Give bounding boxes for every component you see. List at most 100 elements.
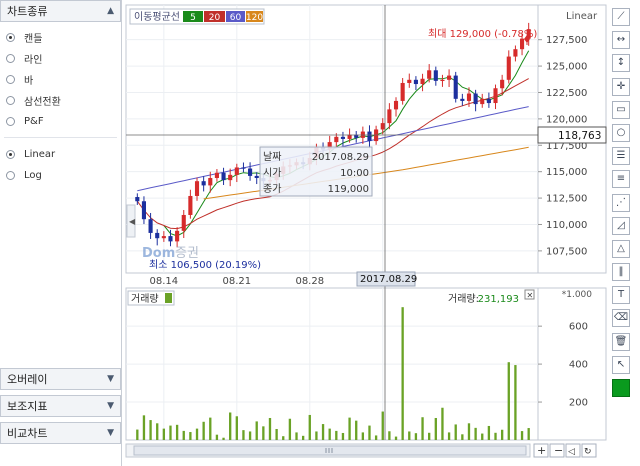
volume-bar	[202, 421, 205, 440]
chart-type-line[interactable]: 라인	[0, 48, 121, 69]
volume-bar	[474, 427, 477, 440]
chart-type-point-figure[interactable]: P&F	[0, 111, 121, 132]
volume-bar	[374, 435, 378, 440]
chevron-left-icon[interactable]: ◀	[129, 217, 136, 226]
compare-label: 비교차트	[7, 427, 48, 440]
data-tooltip: 날짜 2017.08.29 시가 10:00 종가 119,000	[259, 146, 373, 197]
minus-icon[interactable]: −	[554, 444, 563, 457]
price-tick-label: 127,500	[546, 35, 587, 46]
indicator-label: 보조지표	[7, 400, 48, 413]
pointer-icon[interactable]: ↖	[612, 355, 630, 374]
scrollbar-thumb[interactable]	[133, 445, 527, 456]
price-tick-label: 125,000	[546, 62, 587, 73]
cycle-icon[interactable]: ‖	[612, 263, 630, 282]
candle-body	[506, 56, 511, 80]
radio-icon[interactable]	[6, 33, 15, 42]
candle-body	[367, 131, 372, 142]
chart-type-bar[interactable]: 바	[0, 69, 121, 90]
zoom-out-button[interactable]: −	[549, 443, 565, 458]
scale-linear[interactable]: Linear	[0, 144, 121, 165]
volume-bar	[209, 417, 212, 440]
close-icon[interactable]: ✕	[527, 291, 534, 300]
chart-canvas[interactable]: 107,500110,000112,500115,000117,500120,0…	[122, 0, 610, 466]
vertical-arrow-icon[interactable]: ↕	[612, 54, 630, 73]
volume-bar	[282, 436, 285, 440]
volume-bar	[514, 365, 517, 440]
volume-bar	[328, 428, 331, 440]
volume-tick-label: 400	[569, 360, 588, 371]
eraser-icon[interactable]: ⌫	[612, 309, 630, 328]
color-swatch-icon[interactable]	[612, 379, 630, 397]
date-tick-label: 08.14	[150, 276, 179, 287]
overlay-accordion[interactable]: 오버레이 ▼	[0, 368, 121, 390]
horizontal-arrow-icon[interactable]: ↔	[612, 31, 630, 50]
triangle-icon[interactable]: △	[612, 239, 630, 258]
scale-log[interactable]: Log	[0, 165, 121, 186]
radio-icon[interactable]	[6, 75, 15, 84]
legend-ma120-label: 120	[246, 13, 263, 23]
candle-body	[340, 136, 346, 139]
radio-icon[interactable]	[6, 150, 15, 159]
chevron-down-icon[interactable]: ▼	[107, 428, 114, 438]
compare-accordion[interactable]: 비교차트 ▼	[0, 422, 121, 444]
candle-body	[334, 136, 339, 143]
scroll-left-button[interactable]: ◁	[565, 443, 581, 458]
chart-type-three-line-break[interactable]: 삼선전환	[0, 90, 121, 111]
candle-body	[135, 197, 140, 202]
radio-icon[interactable]	[6, 171, 15, 180]
volume-bar	[301, 435, 305, 440]
chevron-up-icon[interactable]: ▲	[107, 6, 114, 16]
volume-bar	[500, 429, 504, 440]
volume-bar	[494, 432, 497, 440]
volume-bar	[275, 428, 278, 440]
radio-icon[interactable]	[6, 54, 15, 63]
volume-tick-label: 200	[569, 398, 588, 409]
candle-body	[493, 88, 498, 104]
reset-button[interactable]: ↻	[581, 443, 597, 458]
candle-body	[440, 79, 445, 82]
volume-bar	[527, 428, 530, 440]
legend-ma60-label: 60	[230, 13, 242, 23]
refresh-icon[interactable]: ↻	[584, 447, 592, 457]
overlay-label: 오버레이	[7, 373, 48, 386]
radio-icon[interactable]	[6, 117, 15, 126]
trash-icon[interactable]: 🗑	[612, 332, 630, 351]
volume-swatch[interactable]	[165, 293, 172, 303]
circle-icon[interactable]: ○	[612, 123, 630, 142]
zoom-in-button[interactable]: +	[533, 443, 549, 458]
volume-bar	[467, 423, 471, 440]
chevron-down-icon[interactable]: ▼	[107, 401, 114, 411]
indicator-accordion[interactable]: 보조지표 ▼	[0, 395, 121, 417]
candle-body	[148, 219, 153, 233]
candle	[453, 71, 458, 103]
chart-type-header[interactable]: 차트종류 ▲	[0, 0, 121, 22]
price-tick-label: 110,000	[546, 220, 587, 231]
candle-body	[181, 214, 186, 231]
candle-body	[513, 49, 518, 57]
candle-body	[473, 93, 478, 105]
text-icon[interactable]: T	[612, 286, 630, 305]
chart-frame: 107,500 110,000 112,500 115,000 117,500 120,0…	[122, 0, 610, 466]
crosshair-icon[interactable]: ✛	[612, 77, 630, 96]
channel-icon[interactable]: ☰	[612, 147, 630, 166]
scroll-left-icon[interactable]: ◁	[568, 447, 575, 457]
rectangle-icon[interactable]: ▭	[612, 100, 630, 119]
radio-icon[interactable]	[6, 96, 15, 105]
fan-icon[interactable]: ⋰	[612, 193, 630, 212]
fibonacci-icon[interactable]: ≡	[612, 170, 630, 189]
plus-icon[interactable]: +	[537, 444, 546, 457]
volume-bar	[182, 430, 185, 440]
gann-icon[interactable]: ◿	[612, 216, 630, 235]
chart-type-candle[interactable]: 캔들	[0, 27, 121, 48]
candle-body	[208, 178, 213, 186]
crosshair-date-label: 2017.08.29	[360, 274, 417, 285]
price-panel	[125, 4, 539, 274]
volume-bar	[162, 428, 166, 440]
chevron-down-icon[interactable]: ▼	[107, 374, 114, 384]
volume-bar	[520, 431, 524, 440]
volume-bar	[388, 431, 391, 440]
diagonal-line-icon[interactable]: ⟋	[612, 8, 630, 26]
tooltip-close-label: 종가	[263, 183, 281, 195]
candle-body	[214, 172, 219, 179]
candle-body	[175, 230, 180, 242]
